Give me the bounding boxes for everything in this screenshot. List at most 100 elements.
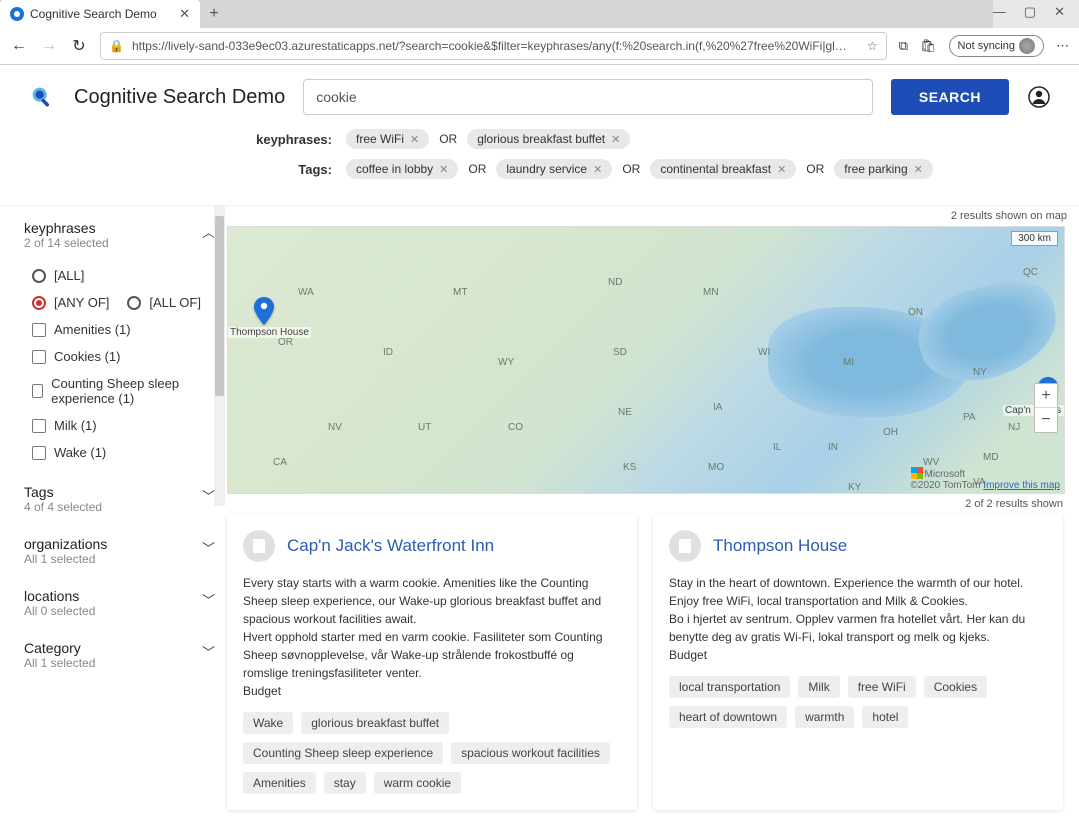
chevron-down-icon: ﹀ bbox=[202, 538, 215, 557]
account-icon[interactable] bbox=[1027, 85, 1051, 109]
facet-option[interactable]: Counting Sheep sleep experience (1) bbox=[32, 370, 215, 412]
card-body: Stay in the heart of downtown. Experienc… bbox=[669, 574, 1047, 664]
map[interactable]: WAMTNDMNORIDWYSDWIMINVUTCONEIAILINOHPANY… bbox=[227, 226, 1065, 494]
map-state-label: SD bbox=[613, 347, 627, 358]
or-label: OR bbox=[806, 162, 824, 176]
zoom-in-button[interactable]: + bbox=[1035, 384, 1057, 408]
facet-header[interactable]: organizationsAll 1 selected ﹀ bbox=[24, 532, 215, 570]
new-tab-button[interactable]: + bbox=[200, 5, 228, 23]
chip-remove-icon[interactable]: ✕ bbox=[439, 163, 448, 176]
result-tag[interactable]: spacious workout facilities bbox=[451, 742, 610, 764]
chip-remove-icon[interactable]: ✕ bbox=[593, 163, 602, 176]
result-tag[interactable]: Milk bbox=[798, 676, 839, 698]
facet-mode-allof[interactable]: [ALL OF] bbox=[127, 289, 201, 316]
shopping-icon[interactable]: 🛍 bbox=[920, 38, 937, 54]
facet-header[interactable]: locationsAll 0 selected ﹀ bbox=[24, 584, 215, 622]
filter-chip[interactable]: coffee in lobby✕ bbox=[346, 159, 458, 179]
document-icon bbox=[243, 530, 275, 562]
document-icon bbox=[669, 530, 701, 562]
chip-remove-icon[interactable]: ✕ bbox=[914, 163, 923, 176]
lock-icon: 🔒 bbox=[109, 39, 124, 53]
map-state-label: KY bbox=[848, 482, 861, 493]
chip-remove-icon[interactable]: ✕ bbox=[410, 133, 419, 146]
map-state-label: NV bbox=[328, 422, 342, 433]
window-controls: — ▢ ✕ bbox=[993, 0, 1079, 28]
refresh-button[interactable]: ↻ bbox=[70, 36, 88, 56]
map-state-label: NE bbox=[618, 407, 632, 418]
facet-mode-all[interactable]: [ALL] bbox=[32, 262, 215, 289]
map-state-label: ND bbox=[608, 277, 622, 288]
result-tag[interactable]: hotel bbox=[862, 706, 908, 728]
facet-option[interactable]: Amenities (1) bbox=[32, 316, 215, 343]
filter-chip[interactable]: glorious breakfast buffet✕ bbox=[467, 129, 630, 149]
card-tags: Wake glorious breakfast buffet Counting Sh… bbox=[243, 712, 621, 794]
browser-tab[interactable]: Cognitive Search Demo ✕ bbox=[0, 0, 200, 28]
search-button[interactable]: SEARCH bbox=[891, 79, 1009, 115]
facet-option[interactable]: Milk (1) bbox=[32, 412, 215, 439]
map-state-label: CA bbox=[273, 457, 287, 468]
map-pin[interactable] bbox=[254, 297, 274, 325]
sync-button[interactable]: Not syncing bbox=[949, 35, 1044, 57]
tags-label: Tags: bbox=[252, 162, 332, 177]
result-tag[interactable]: Counting Sheep sleep experience bbox=[243, 742, 443, 764]
search-input[interactable]: cookie bbox=[303, 79, 873, 115]
favorite-icon[interactable]: ☆ bbox=[867, 39, 878, 53]
radio-icon bbox=[127, 296, 141, 310]
facet-mode-any[interactable]: [ANY OF] bbox=[32, 289, 109, 316]
forward-button[interactable]: → bbox=[40, 37, 58, 55]
app-header: Cognitive Search Demo cookie SEARCH bbox=[0, 65, 1079, 129]
improve-map-link[interactable]: Improve this map bbox=[983, 480, 1060, 491]
result-tag[interactable]: Amenities bbox=[243, 772, 316, 794]
url-field[interactable]: 🔒 https://lively-sand-033e9ec03.azuresta… bbox=[100, 32, 887, 60]
window-minimize-icon[interactable]: — bbox=[993, 4, 1006, 28]
checkbox-icon bbox=[32, 446, 46, 460]
filter-chip[interactable]: free parking✕ bbox=[834, 159, 933, 179]
facet-sidebar: keyphrases 2 of 14 selected ︿ [ALL] [ANY… bbox=[0, 206, 225, 830]
map-state-label: QC bbox=[1023, 267, 1038, 278]
tab-close-icon[interactable]: ✕ bbox=[179, 6, 190, 22]
facet-locations: locationsAll 0 selected ﹀ bbox=[24, 584, 215, 622]
result-card[interactable]: Thompson House Stay in the heart of down… bbox=[653, 514, 1063, 810]
facet-title: keyphrases bbox=[24, 220, 109, 236]
chip-remove-icon[interactable]: ✕ bbox=[777, 163, 786, 176]
result-tag[interactable]: free WiFi bbox=[848, 676, 916, 698]
chip-remove-icon[interactable]: ✕ bbox=[611, 133, 620, 146]
or-label: OR bbox=[622, 162, 640, 176]
result-tag[interactable]: local transportation bbox=[669, 676, 790, 698]
result-cards: Cap'n Jack's Waterfront Inn Every stay s… bbox=[225, 514, 1079, 810]
result-tag[interactable]: glorious breakfast buffet bbox=[301, 712, 449, 734]
result-tag[interactable]: warmth bbox=[795, 706, 854, 728]
facet-header[interactable]: CategoryAll 1 selected ﹀ bbox=[24, 636, 215, 674]
result-tag[interactable]: stay bbox=[324, 772, 366, 794]
map-state-label: UT bbox=[418, 422, 431, 433]
more-icon[interactable]: ⋯ bbox=[1056, 38, 1069, 54]
map-result-count: 2 results shown on map bbox=[225, 206, 1079, 226]
result-tag[interactable]: Cookies bbox=[924, 676, 987, 698]
profile-avatar-icon bbox=[1019, 38, 1035, 54]
facet-header[interactable]: keyphrases 2 of 14 selected ︿ bbox=[24, 216, 215, 254]
window-maximize-icon[interactable]: ▢ bbox=[1024, 4, 1036, 28]
map-state-label: NJ bbox=[1008, 422, 1020, 433]
collections-icon[interactable]: ⧉ bbox=[899, 38, 908, 54]
facet-option[interactable]: Cookies (1) bbox=[32, 343, 215, 370]
result-tag[interactable]: warm cookie bbox=[374, 772, 461, 794]
zoom-out-button[interactable]: − bbox=[1035, 408, 1057, 432]
back-button[interactable]: ← bbox=[10, 37, 28, 55]
card-body: Every stay starts with a warm cookie. Am… bbox=[243, 574, 621, 700]
filter-chip[interactable]: laundry service✕ bbox=[496, 159, 612, 179]
filter-chip[interactable]: free WiFi✕ bbox=[346, 129, 429, 149]
result-tag[interactable]: heart of downtown bbox=[669, 706, 787, 728]
result-card[interactable]: Cap'n Jack's Waterfront Inn Every stay s… bbox=[227, 514, 637, 810]
results-count: 2 of 2 results shown bbox=[225, 494, 1079, 514]
window-close-icon[interactable]: ✕ bbox=[1054, 4, 1065, 28]
result-tag[interactable]: Wake bbox=[243, 712, 293, 734]
scrollbar[interactable] bbox=[214, 206, 225, 506]
facet-option[interactable]: Wake (1) bbox=[32, 439, 215, 466]
checkbox-icon bbox=[32, 323, 46, 337]
or-label: OR bbox=[468, 162, 486, 176]
scrollbar-thumb[interactable] bbox=[215, 216, 224, 396]
keyphrases-label: keyphrases: bbox=[252, 132, 332, 147]
filter-chip[interactable]: continental breakfast✕ bbox=[650, 159, 796, 179]
active-filters: keyphrases: free WiFi✕ OR glorious break… bbox=[0, 129, 1079, 201]
facet-header[interactable]: Tags4 of 4 selected ﹀ bbox=[24, 480, 215, 518]
